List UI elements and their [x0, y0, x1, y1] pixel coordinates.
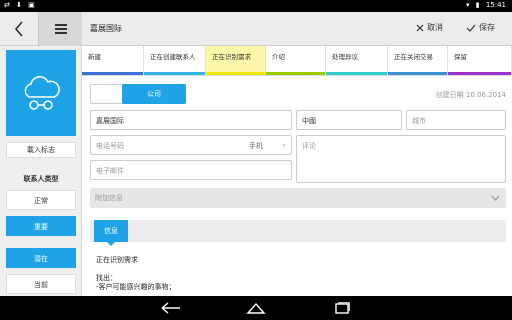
title-bar: 嘉展国际 取消 保存	[0, 12, 512, 46]
sidebar: 載入标志 联系人类型 正常 重要 潜在 当前	[0, 46, 82, 296]
company-name-field[interactable]: 嘉展国际	[90, 110, 292, 130]
comment-placeholder: 评论	[302, 142, 316, 150]
email-field[interactable]: 电子邮件	[90, 160, 292, 180]
back-button[interactable]	[0, 12, 38, 46]
stage-label: 处理异议	[332, 53, 358, 61]
chevron-down-icon: ⌄	[281, 140, 287, 148]
stage-label: 正在识别需求	[212, 53, 251, 61]
contact-type-label: 联系人类型	[23, 175, 59, 183]
info-section: 信息 正在识别需求 找出： -客户可能感兴趣的事物；	[90, 220, 506, 300]
type-important-button[interactable]: 重要	[6, 216, 76, 236]
city-placeholder: 城市	[412, 117, 426, 125]
status-bar: ⇄ ⬇ ▣ ▾ ▮ 15:41	[0, 0, 512, 12]
stage-handling-objections[interactable]: 处理异议	[326, 46, 388, 75]
avatar[interactable]	[6, 50, 76, 136]
city-field[interactable]: 城市	[406, 110, 506, 130]
stage-new[interactable]: 新建	[82, 46, 144, 75]
check-icon	[466, 24, 476, 32]
stage-retained[interactable]: 保留	[448, 46, 512, 75]
chevron-down-icon	[491, 195, 500, 201]
phone-field[interactable]: 电话号码 手机 ⌄	[90, 135, 292, 155]
stage-identifying-needs[interactable]: 正在识别需求	[206, 46, 266, 75]
save-label: 保存	[479, 23, 495, 32]
cancel-label: 取消	[427, 23, 443, 32]
close-icon	[416, 24, 424, 31]
info-body: 正在识别需求 找出： -客户可能感兴趣的事物；	[96, 256, 176, 292]
extra-info-placeholder: 附加信息	[95, 194, 123, 202]
phone-placeholder: 电话号码	[96, 142, 124, 150]
info-find-item: -客户可能感兴趣的事物；	[96, 283, 176, 291]
stage-creating-contact[interactable]: 正在创建联系人	[144, 46, 206, 75]
extra-info-dropdown[interactable]: 附加信息	[90, 188, 506, 208]
type-potential-button[interactable]: 潜在	[6, 248, 76, 268]
country-field[interactable]: 中國	[296, 110, 402, 130]
cancel-button[interactable]: 取消	[416, 22, 443, 33]
stage-tabs: 新建 正在创建联系人 正在识别需求 介绍 处理异议 正在关闭交易 保留	[82, 46, 512, 76]
home-nav-icon[interactable]	[246, 302, 266, 314]
email-placeholder: 电子邮件	[96, 167, 124, 175]
save-button[interactable]: 保存	[466, 22, 495, 33]
type-normal-button[interactable]: 正常	[6, 190, 76, 210]
stage-closing-deal[interactable]: 正在关闭交易	[388, 46, 448, 75]
stage-color-bar	[266, 72, 325, 75]
stage-label: 新建	[88, 53, 101, 61]
load-logo-button[interactable]: 載入标志	[6, 142, 76, 158]
created-date: 创建日期 10.06.2014	[435, 91, 506, 99]
stage-color-bar	[326, 72, 387, 75]
company-toggle-label: 公司	[122, 84, 186, 104]
company-name-value: 嘉展国际	[96, 117, 124, 125]
navigation-bar	[0, 296, 512, 320]
clock: 15:41	[485, 1, 506, 9]
hamburger-icon	[54, 24, 67, 34]
battery-icon: ▮	[475, 1, 480, 9]
back-nav-icon[interactable]	[160, 302, 182, 314]
type-current-button[interactable]: 当前	[6, 274, 76, 294]
info-header: 信息	[90, 220, 506, 246]
page-title: 嘉展国际	[90, 24, 122, 33]
phone-type-select[interactable]: 手机	[249, 141, 263, 151]
wifi-icon: ▾	[465, 1, 470, 9]
contact-form: 公司 创建日期 10.06.2014 嘉展国际 中國 城市 电话号码 手机 ⌄ …	[82, 76, 512, 296]
stage-introduction[interactable]: 介绍	[266, 46, 326, 75]
stage-color-bar	[206, 72, 265, 75]
stage-label: 介绍	[272, 53, 285, 61]
info-stage-title: 正在识别需求	[96, 256, 138, 264]
stage-color-bar	[388, 72, 447, 75]
info-find-label: 找出：	[96, 274, 117, 282]
tab-info[interactable]: 信息	[94, 220, 128, 246]
comment-field[interactable]: 评论	[296, 135, 506, 183]
chevron-left-icon	[14, 21, 23, 37]
country-value: 中國	[302, 117, 316, 125]
contact-cloud-icon	[24, 76, 60, 110]
stage-label: 正在创建联系人	[150, 53, 196, 61]
recent-apps-icon[interactable]	[334, 302, 350, 314]
stage-label: 正在关闭交易	[394, 53, 433, 61]
stage-color-bar	[82, 72, 143, 75]
company-toggle[interactable]: 公司	[90, 84, 186, 104]
stage-color-bar	[144, 72, 205, 75]
stage-color-bar	[448, 72, 511, 75]
status-icons: ⇄ ⬇ ▣	[4, 1, 37, 9]
menu-button[interactable]	[38, 12, 82, 46]
stage-label: 保留	[454, 53, 467, 61]
